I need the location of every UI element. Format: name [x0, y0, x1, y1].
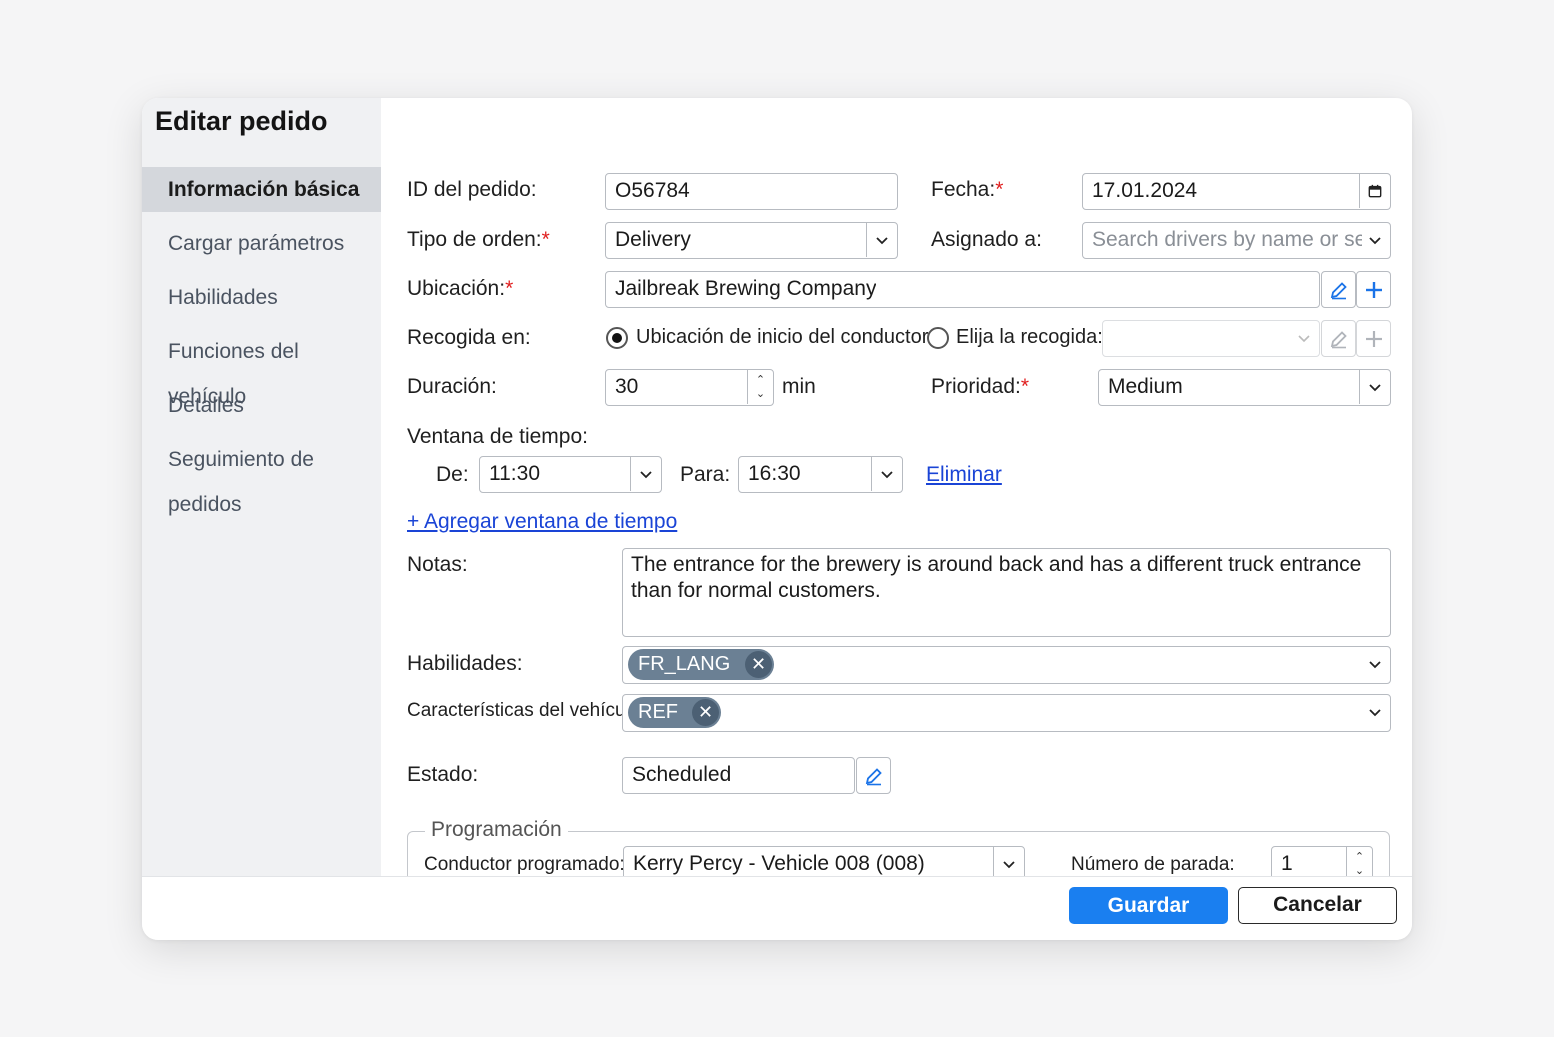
- sidebar-item-details[interactable]: Detalles: [142, 383, 381, 428]
- chevron-down-icon: [630, 457, 661, 491]
- skills-multiselect[interactable]: FR_LANG ✕: [622, 646, 1391, 684]
- pickup-label: Recogida en:: [407, 326, 531, 349]
- date-value: 17.01.2024: [1092, 179, 1198, 202]
- required-mark: *: [1020, 375, 1030, 398]
- add-location-button[interactable]: [1356, 271, 1391, 308]
- time-from-value: 11:30: [489, 462, 540, 485]
- priority-select[interactable]: Medium: [1098, 369, 1391, 406]
- vehicle-features-label: Características del vehículo:: [407, 700, 646, 721]
- sidebar-item-basic-info[interactable]: Información básica: [142, 167, 381, 212]
- edit-order-dialog: Editar pedido Información básica Cargar …: [142, 98, 1412, 940]
- priority-label: Prioridad:*: [931, 375, 1030, 398]
- notes-label: Notas:: [407, 553, 468, 576]
- add-pickup-button[interactable]: [1356, 320, 1391, 357]
- stop-number-label: Número de parada:: [1071, 854, 1235, 875]
- date-input[interactable]: 17.01.2024: [1082, 173, 1391, 210]
- order-type-label: Tipo de orden:*: [407, 228, 550, 251]
- edit-location-button[interactable]: [1321, 271, 1356, 308]
- plus-icon: [1365, 330, 1382, 347]
- order-type-value: Delivery: [615, 228, 691, 251]
- vehicle-feature-chip-label: REF: [638, 701, 678, 723]
- required-mark: *: [541, 228, 550, 251]
- location-input[interactable]: Jailbreak Brewing Company: [605, 271, 1320, 308]
- remove-chip-icon[interactable]: ✕: [692, 699, 719, 726]
- scheduled-driver-label: Conductor programado:: [424, 854, 625, 875]
- chevron-down-icon[interactable]: ⌄: [756, 387, 765, 401]
- save-button[interactable]: Guardar: [1069, 887, 1228, 924]
- duration-stepper[interactable]: ⌃ ⌄: [747, 370, 773, 404]
- pickup-choose-radio[interactable]: [927, 327, 949, 349]
- pencil-icon: [865, 767, 882, 785]
- sidebar-item-load-parameters[interactable]: Cargar parámetros: [142, 221, 381, 266]
- skill-chip-label: FR_LANG: [638, 653, 731, 675]
- pencil-icon: [1330, 281, 1347, 299]
- status-field: Scheduled: [622, 757, 855, 794]
- location-value: Jailbreak Brewing Company: [615, 277, 877, 300]
- chevron-down-icon: [866, 223, 897, 257]
- chevron-down-icon: [1289, 321, 1319, 355]
- assigned-driver-placeholder: Search drivers by name or se: [1092, 228, 1362, 251]
- chevron-up-icon[interactable]: ⌃: [756, 373, 765, 387]
- cancel-button[interactable]: Cancelar: [1238, 887, 1397, 924]
- pickup-location-select[interactable]: [1102, 320, 1320, 357]
- remove-time-window-link[interactable]: Eliminar: [926, 463, 1002, 487]
- chevron-down-icon: [1360, 695, 1390, 729]
- time-to-label: Para:: [680, 463, 731, 486]
- order-id-label: ID del pedido:: [407, 178, 537, 201]
- required-mark: *: [505, 277, 514, 300]
- time-from-select[interactable]: 11:30: [479, 456, 662, 493]
- sidebar: Editar pedido Información básica Cargar …: [142, 98, 381, 940]
- status-value: Scheduled: [632, 763, 732, 786]
- duration-unit: min: [782, 375, 816, 398]
- time-window-label: Ventana de tiempo:: [407, 425, 588, 448]
- pickup-driver-start-radio[interactable]: [606, 327, 628, 349]
- chevron-down-icon: [1359, 370, 1390, 404]
- plus-icon: [1365, 281, 1382, 298]
- pencil-icon: [1330, 330, 1347, 348]
- chevron-down-icon: [871, 457, 902, 491]
- add-time-window-link[interactable]: + Agregar ventana de tiempo: [407, 510, 677, 534]
- assigned-to-label: Asignado a:: [931, 228, 1042, 251]
- sidebar-item-order-tracking[interactable]: Seguimiento de pedidos: [142, 437, 381, 516]
- sidebar-item-skills[interactable]: Habilidades: [142, 275, 381, 320]
- sidebar-item-vehicle-functions[interactable]: Funciones del vehículo: [142, 329, 381, 408]
- chevron-up-icon[interactable]: ⌃: [1355, 850, 1364, 864]
- status-label: Estado:: [407, 763, 479, 786]
- skill-chip: FR_LANG ✕: [628, 649, 774, 680]
- dialog-title: Editar pedido: [155, 106, 328, 136]
- location-label: Ubicación:*: [407, 277, 514, 300]
- order-id-input[interactable]: O56784: [605, 173, 898, 210]
- duration-input[interactable]: 30 ⌃ ⌄: [605, 369, 774, 406]
- pickup-choose-label: Elija la recogida:: [956, 326, 1103, 348]
- time-to-value: 16:30: [748, 462, 801, 485]
- required-mark: *: [995, 178, 1004, 201]
- chevron-down-icon: [1360, 647, 1390, 681]
- calendar-icon[interactable]: [1359, 174, 1390, 208]
- chevron-down-icon: [1360, 223, 1390, 257]
- duration-label: Duración:: [407, 375, 497, 398]
- remove-chip-icon[interactable]: ✕: [745, 651, 772, 678]
- edit-status-button[interactable]: [856, 757, 891, 794]
- priority-value: Medium: [1108, 375, 1183, 398]
- skills-label: Habilidades:: [407, 652, 523, 675]
- vehicle-feature-chip: REF ✕: [628, 697, 721, 728]
- pickup-driver-start-label: Ubicación de inicio del conductor: [636, 326, 929, 348]
- date-label: Fecha:*: [931, 178, 1004, 201]
- vehicle-features-multiselect[interactable]: REF ✕: [622, 694, 1391, 732]
- time-to-select[interactable]: 16:30: [738, 456, 903, 493]
- edit-pickup-button[interactable]: [1321, 320, 1356, 357]
- duration-value: 30: [615, 375, 639, 398]
- order-type-select[interactable]: Delivery: [605, 222, 898, 259]
- order-id-value: O56784: [615, 179, 690, 202]
- dialog-footer: Guardar Cancelar: [142, 876, 1412, 940]
- time-from-label: De:: [436, 463, 469, 486]
- notes-textarea[interactable]: The entrance for the brewery is around b…: [622, 548, 1391, 637]
- assigned-driver-search[interactable]: Search drivers by name or se: [1082, 222, 1391, 259]
- scheduling-legend: Programación: [425, 818, 568, 842]
